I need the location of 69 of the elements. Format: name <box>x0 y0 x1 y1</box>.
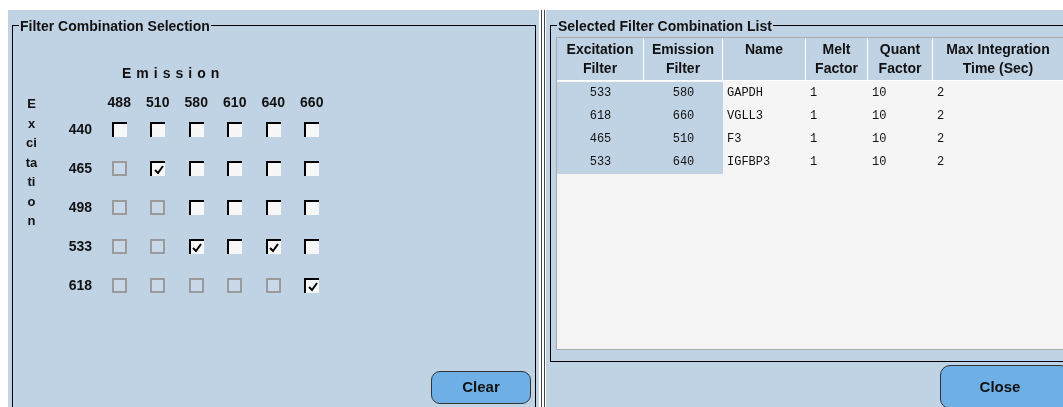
checkmark-icon <box>269 242 280 253</box>
table-cell: 660 <box>644 105 723 128</box>
clear-button[interactable]: Clear <box>431 371 531 404</box>
checkbox[interactable] <box>265 122 281 137</box>
excitation-row-label: 465 <box>67 159 93 178</box>
checkbox[interactable] <box>188 161 204 176</box>
emission-column-label: 510 <box>145 94 171 110</box>
table-cell: 465 <box>557 128 644 151</box>
emission-column-label: 488 <box>106 94 132 110</box>
checkbox[interactable] <box>111 122 127 137</box>
emission-column-label: 610 <box>222 94 248 110</box>
emission-column-label: 640 <box>260 94 286 110</box>
table-cell-text: 10 <box>871 131 888 148</box>
table-cell-text: 1 <box>809 85 819 102</box>
table-cell-text: VGLL3 <box>726 108 764 125</box>
close-button[interactable]: Close <box>940 365 1063 407</box>
checkmark-icon <box>192 242 203 253</box>
excitation-row-label: 618 <box>67 276 93 295</box>
checkbox[interactable] <box>150 161 166 176</box>
table-cell-text: 2 <box>936 85 946 102</box>
column-header[interactable]: Emission Filter <box>644 38 723 80</box>
table-cell-text: 2 <box>936 108 946 125</box>
emission-label: Emission <box>122 64 225 82</box>
table-cell-text: GAPDH <box>726 85 764 102</box>
checkbox[interactable] <box>304 278 320 293</box>
checkbox[interactable] <box>304 200 320 215</box>
excitation-row-label: 498 <box>67 198 93 217</box>
checkbox[interactable] <box>304 122 320 137</box>
table-cell-text: 10 <box>871 85 888 102</box>
table-cell-text: 10 <box>871 108 888 125</box>
column-header[interactable]: Melt Factor <box>806 38 868 80</box>
excitation-row-label: 533 <box>67 237 93 256</box>
checkbox[interactable] <box>227 200 243 215</box>
checkbox[interactable] <box>150 122 166 137</box>
column-header[interactable]: Name <box>723 38 806 80</box>
excitation-row-label: 440 <box>67 120 93 139</box>
checkbox[interactable] <box>265 200 281 215</box>
column-header[interactable]: Quant Factor <box>868 38 933 80</box>
excitation-label: Excitation <box>25 95 38 230</box>
table-cell-text: 2 <box>936 131 946 148</box>
column-header[interactable]: Max Integration Time (Sec) <box>933 38 1063 80</box>
column-header[interactable]: Excitation Filter <box>557 38 644 80</box>
table-cell: 533 <box>557 82 644 105</box>
emission-column-label: 580 <box>183 94 209 110</box>
table-cell-text: 1 <box>809 108 819 125</box>
table-cell: 580 <box>644 82 723 105</box>
checkbox[interactable] <box>304 161 320 176</box>
table-cell-text: 1 <box>809 131 819 148</box>
checkmark-icon <box>153 164 164 175</box>
checkbox[interactable] <box>304 239 320 254</box>
checkbox[interactable] <box>227 239 243 254</box>
table-cell-text: F3 <box>726 131 743 148</box>
table-cell: 533 <box>557 151 644 174</box>
checkbox[interactable] <box>265 161 281 176</box>
table-cell-text: IGFBP3 <box>726 154 772 171</box>
table-cell: 510 <box>644 128 723 151</box>
checkbox[interactable] <box>188 122 204 137</box>
checkbox[interactable] <box>188 239 204 254</box>
checkmark-icon <box>307 281 318 292</box>
emission-column-label: 660 <box>299 94 325 110</box>
checkbox[interactable] <box>227 122 243 137</box>
checkbox[interactable] <box>227 161 243 176</box>
table-cell-text: 10 <box>871 154 888 171</box>
table-cell-text: 2 <box>936 154 946 171</box>
table-cell: 618 <box>557 105 644 128</box>
table-cell-text: 1 <box>809 154 819 171</box>
checkbox[interactable] <box>188 200 204 215</box>
table-cell: 640 <box>644 151 723 174</box>
checkbox[interactable] <box>265 239 281 254</box>
